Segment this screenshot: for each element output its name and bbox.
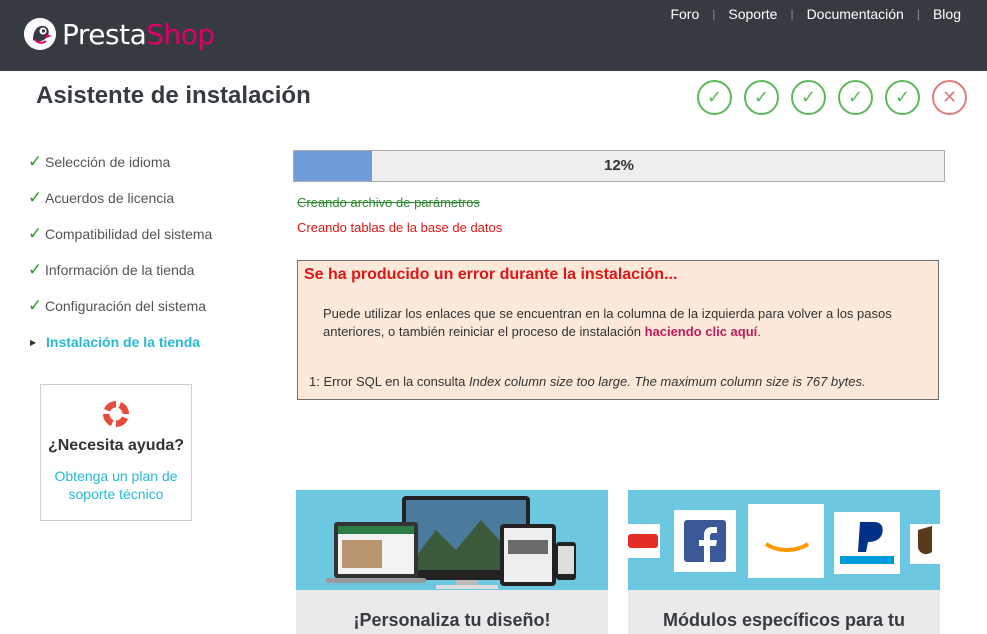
sidebar-item-label: Compatibilidad del sistema — [45, 226, 213, 242]
error-message: Puede utilizar los enlaces que se encuen… — [323, 305, 923, 341]
step-4-done-check-icon: ✓ — [838, 80, 873, 115]
top-header: PrestaShop Foro | Soporte | Documentació… — [0, 0, 987, 71]
sidebar-item-configuracion-sistema[interactable]: ✓ Configuración del sistema — [28, 288, 212, 324]
nav-separator: | — [712, 7, 716, 21]
devices-illustration — [296, 490, 608, 590]
step-5-done-check-icon: ✓ — [885, 80, 920, 115]
promo-card-design[interactable]: ¡Personaliza tu diseño! — [296, 490, 608, 634]
sidebar-item-compatibilidad[interactable]: ✓ Compatibilidad del sistema — [28, 216, 212, 252]
sidebar-item-seleccion-idioma[interactable]: ✓ Selección de idioma — [28, 144, 212, 180]
support-plan-link[interactable]: Obtenga un plan de soporte técnico — [41, 467, 191, 503]
check-icon: ✓ — [28, 260, 43, 279]
error-message-text: Puede utilizar los enlaces que se encuen… — [323, 306, 892, 339]
nav-separator: | — [916, 7, 920, 21]
log-step-current: Creando tablas de la base de datos — [297, 220, 503, 235]
sidebar-item-acuerdos-licencia[interactable]: ✓ Acuerdos de licencia — [28, 180, 212, 216]
nav-separator: | — [790, 7, 794, 21]
error-message-end: . — [757, 324, 761, 339]
sidebar-item-label: Información de la tienda — [45, 262, 195, 278]
promo-card-title: ¡Personaliza tu diseño! — [296, 590, 608, 634]
step-3-done-check-icon: ✓ — [791, 80, 826, 115]
step-2-done-check-icon: ✓ — [744, 80, 779, 115]
nav-link-documentacion[interactable]: Documentación — [807, 6, 904, 22]
sidebar-item-label: Configuración del sistema — [45, 298, 207, 314]
error-detail-prefix: 1: Error SQL en la consulta — [309, 374, 469, 389]
sidebar-item-informacion-tienda[interactable]: ✓ Información de la tienda — [28, 252, 212, 288]
prestashop-logo[interactable]: PrestaShop — [24, 18, 224, 54]
step-indicators: ✓ ✓ ✓ ✓ ✓ ✕ — [697, 80, 967, 115]
help-title: ¿Necesita ayuda? — [47, 437, 185, 454]
sidebar-item-label: Selección de idioma — [45, 154, 171, 170]
check-icon: ✓ — [28, 296, 43, 315]
check-icon: ✓ — [28, 188, 43, 207]
nav-link-soporte[interactable]: Soporte — [728, 6, 777, 22]
error-panel: Se ha producido un error durante la inst… — [297, 260, 939, 400]
lifebuoy-icon — [103, 401, 129, 427]
sidebar-item-label: Acuerdos de licencia — [45, 190, 175, 206]
step-1-done-check-icon: ✓ — [697, 80, 732, 115]
triangle-right-icon: ▶ — [30, 337, 37, 347]
logo-wordmark: PrestaShop — [62, 18, 215, 51]
sidebar-steps: ✓ Selección de idioma ✓ Acuerdos de licenc… — [28, 144, 212, 360]
promo-card-title: Módulos específicos para tu — [628, 590, 940, 634]
help-box: ¿Necesita ayuda? Obtenga un plan de sopo… — [40, 384, 192, 521]
log-step-done: Creando archivo de parámetros — [297, 195, 480, 210]
restart-install-link[interactable]: haciendo clic aquí — [645, 324, 758, 339]
nav-link-blog[interactable]: Blog — [933, 6, 961, 22]
error-detail-sql: Index column size too large. The maximum… — [468, 374, 866, 389]
promo-card-modules[interactable]: Módulos específicos para tu — [628, 490, 940, 634]
install-progress-bar: 12% — [293, 150, 945, 182]
sidebar-item-label: Instalación de la tienda — [46, 334, 201, 350]
sidebar-item-instalacion-tienda: ▶ Instalación de la tienda — [28, 324, 212, 360]
puffin-logo-icon — [24, 18, 56, 50]
check-icon: ✓ — [28, 224, 43, 243]
error-detail: 1: Error SQL en la consulta Index column… — [309, 374, 866, 389]
top-nav: Foro | Soporte | Documentación | Blog — [670, 6, 961, 22]
progress-label: 12% — [603, 157, 635, 174]
check-icon: ✓ — [28, 152, 43, 171]
nav-link-foro[interactable]: Foro — [670, 6, 699, 22]
module-logos-illustration — [628, 490, 940, 590]
error-title: Se ha producido un error durante la inst… — [304, 266, 678, 283]
step-6-error-close-icon: ✕ — [932, 80, 967, 115]
page-title: Asistente de instalación — [36, 82, 311, 109]
